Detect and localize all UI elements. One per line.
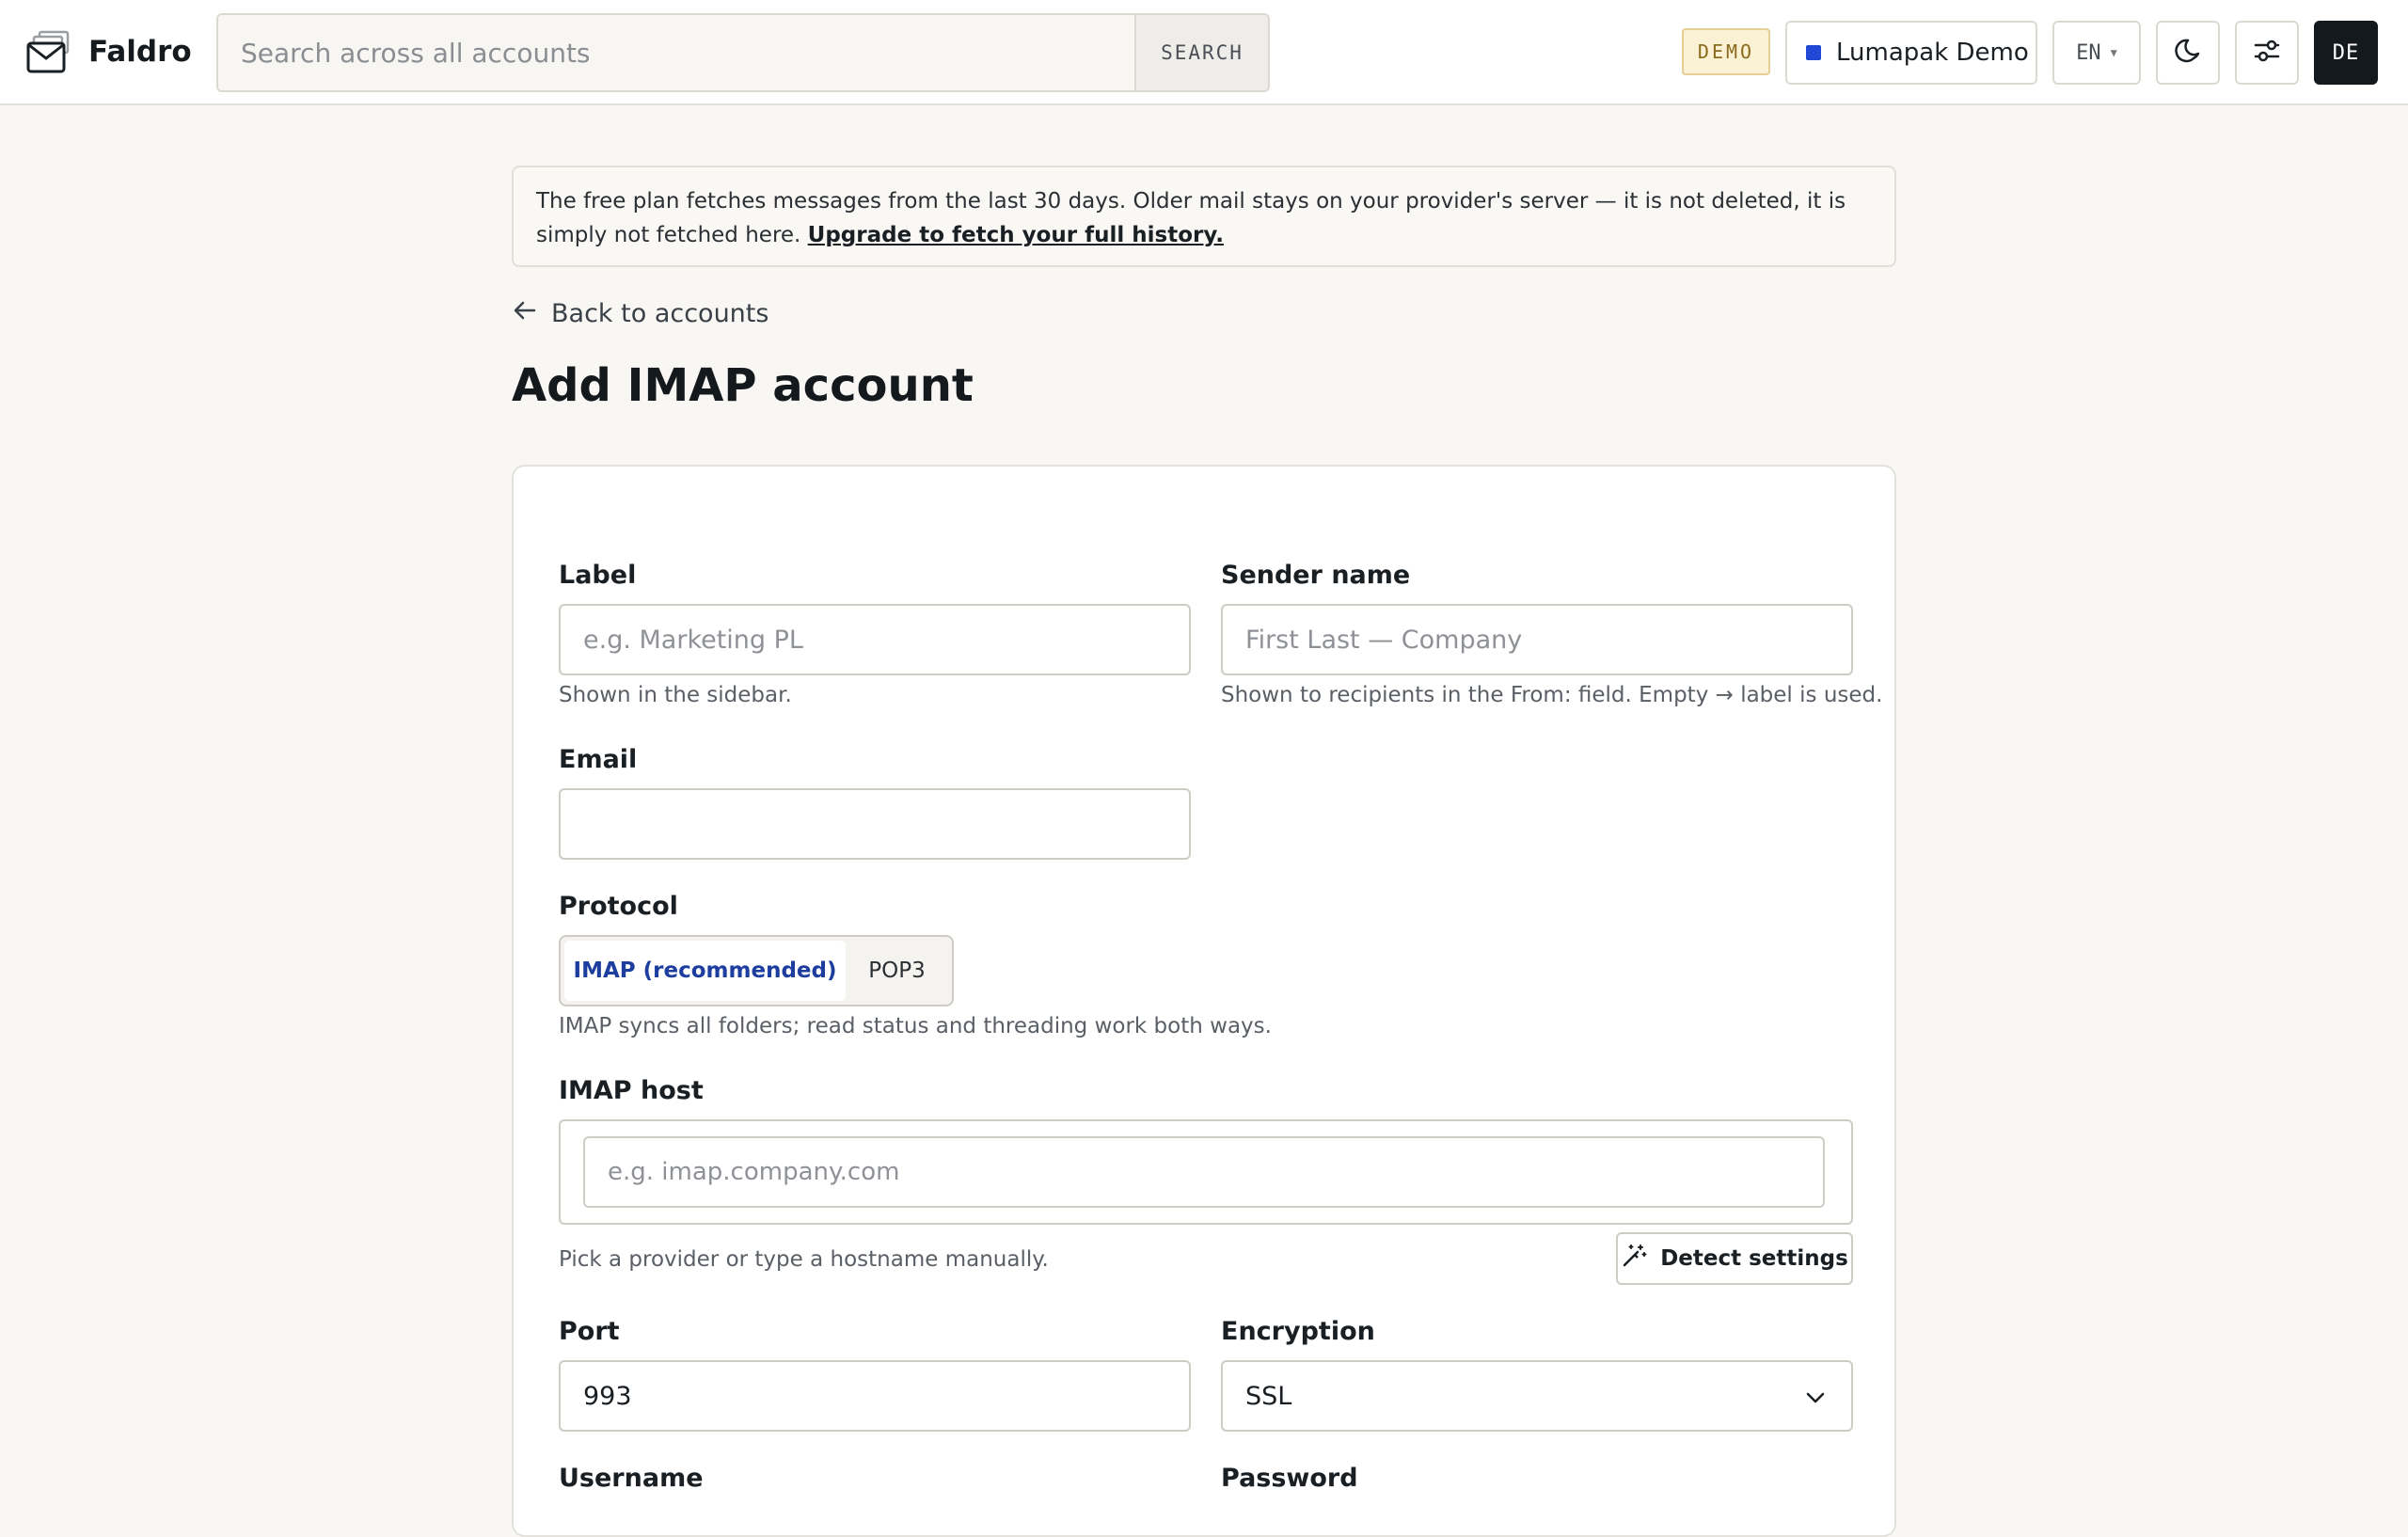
search-button[interactable]: SEARCH (1134, 15, 1268, 90)
detect-settings-button[interactable]: Detect settings (1616, 1232, 1853, 1285)
email-input[interactable] (559, 788, 1191, 860)
port-input[interactable] (559, 1360, 1191, 1432)
sender-name-input[interactable] (1221, 604, 1853, 675)
upgrade-link[interactable]: Upgrade to fetch your full history. (808, 223, 1224, 247)
encryption-label: Encryption (1221, 1317, 1375, 1346)
page-title: Add IMAP account (512, 359, 974, 412)
user-avatar[interactable]: DE (2314, 21, 2378, 85)
mail-logo-icon (26, 28, 71, 75)
imap-host-help: Pick a provider or type a hostname manua… (559, 1247, 1049, 1272)
back-label: Back to accounts (551, 299, 769, 328)
demo-badge: DEMO (1682, 28, 1770, 75)
free-plan-notice: The free plan fetches messages from the … (512, 166, 1896, 267)
magic-wand-icon (1621, 1243, 1660, 1275)
sender-name-label: Sender name (1221, 561, 1411, 590)
imap-host-label: IMAP host (559, 1076, 704, 1105)
detect-settings-label: Detect settings (1660, 1246, 1848, 1271)
brand[interactable]: Faldro (26, 28, 192, 75)
encryption-select[interactable]: SSL (1221, 1360, 1853, 1432)
language-code: EN (2076, 40, 2101, 65)
encryption-value: SSL (1245, 1381, 1292, 1411)
protocol-label: Protocol (559, 892, 678, 921)
protocol-option-imap[interactable]: IMAP (recommended) (564, 941, 847, 1001)
protocol-segmented-control: IMAP (recommended) POP3 (559, 935, 954, 1006)
account-form-card: Label Shown in the sidebar. Sender name … (512, 465, 1896, 1537)
protocol-option-pop3[interactable]: POP3 (846, 941, 948, 1001)
sender-name-help: Shown to recipients in the From: field. … (1221, 683, 1883, 707)
port-label: Port (559, 1317, 620, 1346)
settings-button[interactable] (2235, 21, 2299, 85)
caret-down-icon: ▼ (2110, 46, 2117, 59)
account-name: Lumapak Demo (1836, 39, 2029, 67)
language-selector[interactable]: EN ▼ (2052, 21, 2141, 85)
imap-host-input[interactable] (583, 1136, 1825, 1208)
back-to-accounts-link[interactable]: Back to accounts (512, 297, 768, 330)
search-input[interactable] (218, 15, 1136, 90)
username-label: Username (559, 1464, 704, 1493)
label-field-label: Label (559, 561, 637, 590)
moon-icon (2173, 36, 2203, 70)
label-help: Shown in the sidebar. (559, 683, 792, 707)
protocol-help: IMAP syncs all folders; read status and … (559, 1014, 1272, 1038)
app-name: Faldro (88, 35, 192, 69)
imap-host-combobox (559, 1119, 1853, 1225)
email-label: Email (559, 745, 638, 774)
account-color-dot (1806, 45, 1821, 60)
theme-toggle-button[interactable] (2156, 21, 2220, 85)
sliders-icon (2252, 36, 2282, 70)
label-input[interactable] (559, 604, 1191, 675)
password-label: Password (1221, 1464, 1358, 1493)
global-search: SEARCH (216, 13, 1270, 92)
arrow-left-icon (512, 297, 551, 330)
account-switcher[interactable]: Lumapak Demo (1785, 21, 2037, 85)
top-bar: Faldro SEARCH DEMO Lumapak Demo EN ▼ (0, 0, 2408, 105)
